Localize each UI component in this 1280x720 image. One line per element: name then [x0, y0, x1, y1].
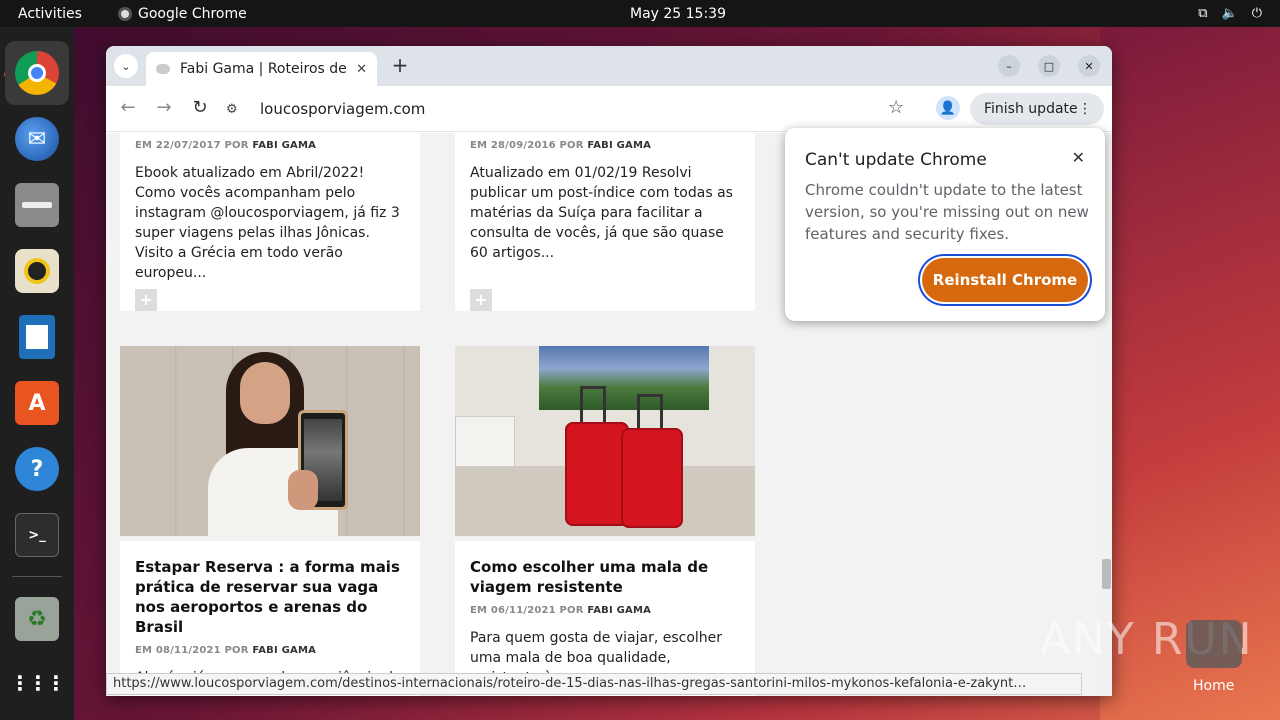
tab-search-button[interactable]: ⌄ [114, 54, 138, 78]
scrollbar-thumb[interactable] [1102, 559, 1111, 589]
toolbar: ← → ↻ ⚙ loucosporviagem.com ☆ 👤 Finish u… [106, 86, 1112, 132]
system-tray[interactable]: ⧉ 🔈 ⏻ [1198, 6, 1262, 21]
volume-icon: 🔈 [1221, 6, 1238, 21]
post-card: EM 28/09/2016 POR FABI GAMA Atualizado e… [455, 133, 755, 311]
dock-terminal[interactable]: >_ [5, 503, 69, 567]
post-by: POR [559, 605, 584, 616]
link-status-bar: https://www.loucosporviagem.com/destinos… [106, 673, 1082, 695]
dock-app-center[interactable]: A [5, 371, 69, 435]
post-meta: EM 28/09/2016 POR FABI GAMA [470, 140, 740, 151]
power-icon: ⏻ [1251, 6, 1262, 21]
dock-rhythmbox[interactable] [5, 239, 69, 303]
profile-avatar-icon[interactable]: 👤 [936, 96, 960, 120]
tab-title: Fabi Gama | Roteiros de V [180, 61, 349, 77]
post-meta: EM 08/11/2021 POR FABI GAMA [135, 645, 405, 656]
rhythmbox-icon [15, 249, 59, 293]
dock-files[interactable] [5, 173, 69, 237]
dock-trash[interactable]: ♻ [5, 587, 69, 651]
url-text: loucosporviagem.com [260, 100, 426, 118]
trash-icon: ♻ [15, 597, 59, 641]
post-by: POR [224, 645, 249, 656]
post-author[interactable]: FABI GAMA [252, 140, 316, 151]
tab-strip: ⌄ Fabi Gama | Roteiros de V ✕ + – □ ✕ [106, 46, 1112, 86]
post-meta: EM 06/11/2021 POR FABI GAMA [470, 605, 740, 616]
minimize-button[interactable]: – [998, 55, 1020, 77]
tab-close-icon[interactable]: ✕ [356, 62, 367, 77]
cloud-favicon-icon [156, 64, 170, 74]
expand-plus-icon[interactable]: + [135, 289, 157, 311]
reinstall-chrome-button[interactable]: Reinstall Chrome [922, 258, 1088, 302]
post-title[interactable]: Como escolher uma mala de viagem resiste… [470, 557, 740, 597]
dialog-title: Can't update Chrome [805, 150, 987, 170]
more-menu-icon[interactable]: ⋮ [1078, 101, 1092, 117]
network-icon: ⧉ [1198, 6, 1208, 21]
post-date: EM 22/07/2017 [135, 140, 221, 151]
post-author[interactable]: FABI GAMA [252, 645, 316, 656]
post-card: EM 22/07/2017 POR FABI GAMA Ebook atuali… [120, 133, 420, 311]
show-apps-button[interactable]: ⋮⋮⋮ [5, 651, 69, 715]
post-by: POR [224, 140, 249, 151]
post-date: EM 06/11/2021 [470, 605, 556, 616]
dock-thunderbird[interactable]: ✉ [5, 107, 69, 171]
close-window-button[interactable]: ✕ [1078, 55, 1100, 77]
expand-plus-icon[interactable]: + [470, 289, 492, 311]
dock-help[interactable]: ? [5, 437, 69, 501]
help-icon: ? [15, 447, 59, 491]
writer-icon [19, 315, 55, 359]
dock-chrome[interactable] [5, 41, 69, 105]
post-image-suitcases[interactable] [455, 346, 755, 536]
dock-separator [12, 576, 62, 577]
new-tab-button[interactable]: + [388, 54, 412, 78]
update-error-dialog: Can't update Chrome ✕ Chrome couldn't up… [785, 128, 1105, 321]
app-grid-icon: ⋮⋮⋮ [10, 671, 66, 695]
terminal-icon: >_ [15, 513, 59, 557]
post-by: POR [559, 140, 584, 151]
clock[interactable]: May 25 15:39 [0, 6, 1280, 22]
maximize-button[interactable]: □ [1038, 55, 1060, 77]
dialog-body: Chrome couldn't update to the latest ver… [805, 181, 1089, 243]
files-icon [15, 183, 59, 227]
home-folder-icon[interactable] [1186, 620, 1242, 668]
dock: ✉ A ? >_ ♻ ⋮⋮⋮ [0, 27, 74, 720]
post-excerpt: Ebook atualizado em Abril/2022! Como voc… [135, 165, 400, 281]
home-folder-label[interactable]: Home [1193, 678, 1234, 694]
top-bar: Activities Google Chrome May 25 15:39 ⧉ … [0, 0, 1280, 27]
tab-active[interactable]: Fabi Gama | Roteiros de V ✕ [146, 52, 377, 86]
post-author[interactable]: FABI GAMA [587, 605, 651, 616]
post-image-woman-phone[interactable] [120, 346, 420, 536]
post-title[interactable]: Estapar Reserva : a forma mais prática d… [135, 557, 405, 637]
chrome-icon [15, 51, 59, 95]
dock-writer[interactable] [5, 305, 69, 369]
finish-update-label: Finish update [984, 101, 1078, 117]
post-meta: EM 22/07/2017 POR FABI GAMA [135, 140, 405, 151]
post-date: EM 08/11/2021 [135, 645, 221, 656]
address-bar[interactable]: ⚙ loucosporviagem.com [226, 92, 926, 126]
finish-update-button[interactable]: Finish update ⋮ [970, 93, 1104, 125]
dialog-close-icon[interactable]: ✕ [1072, 148, 1085, 167]
post-excerpt: Atualizado em 01/02/19 Resolvi publicar … [470, 165, 733, 261]
post-date: EM 28/09/2016 [470, 140, 556, 151]
thunderbird-icon: ✉ [15, 117, 59, 161]
site-info-icon[interactable]: ⚙ [226, 102, 248, 117]
chevron-down-icon: ⌄ [121, 59, 131, 73]
back-button[interactable]: ← [116, 97, 140, 118]
forward-button[interactable]: → [152, 97, 176, 118]
app-center-icon: A [15, 381, 59, 425]
bookmark-star-icon[interactable]: ☆ [888, 97, 904, 118]
reload-button[interactable]: ↻ [188, 97, 212, 118]
post-author[interactable]: FABI GAMA [587, 140, 651, 151]
